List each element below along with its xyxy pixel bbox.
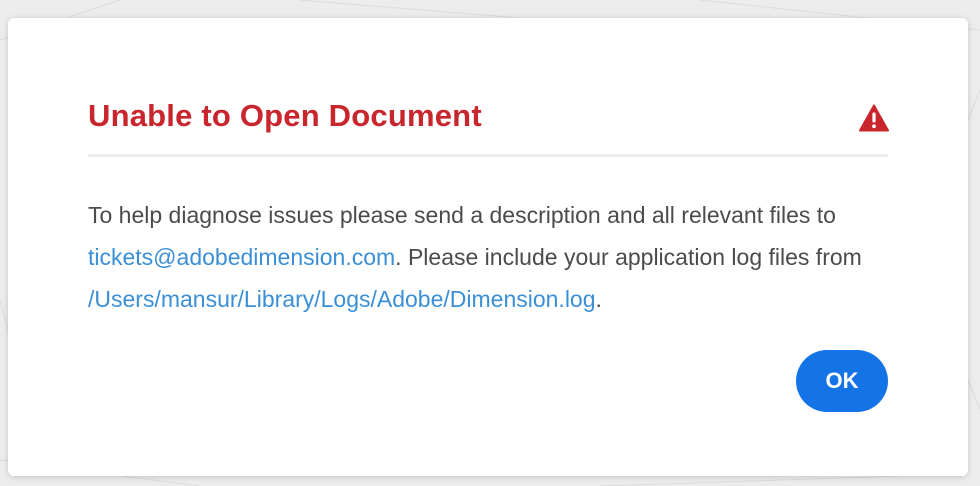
dialog-message: To help diagnose issues please send a de… xyxy=(88,194,888,320)
message-text-1: To help diagnose issues please send a de… xyxy=(88,202,836,228)
dialog-title: Unable to Open Document xyxy=(88,98,482,133)
error-dialog: Unable to Open Document To help diagnose… xyxy=(8,18,968,476)
ok-button[interactable]: OK xyxy=(796,350,888,412)
message-text-2: . Please include your application log fi… xyxy=(395,244,862,270)
warning-icon xyxy=(859,104,889,132)
support-email-link[interactable]: tickets@adobedimension.com xyxy=(88,244,395,270)
message-text-3: . xyxy=(595,286,602,312)
title-divider xyxy=(88,154,888,157)
log-path-link[interactable]: /Users/mansur/Library/Logs/Adobe/Dimensi… xyxy=(88,286,596,312)
